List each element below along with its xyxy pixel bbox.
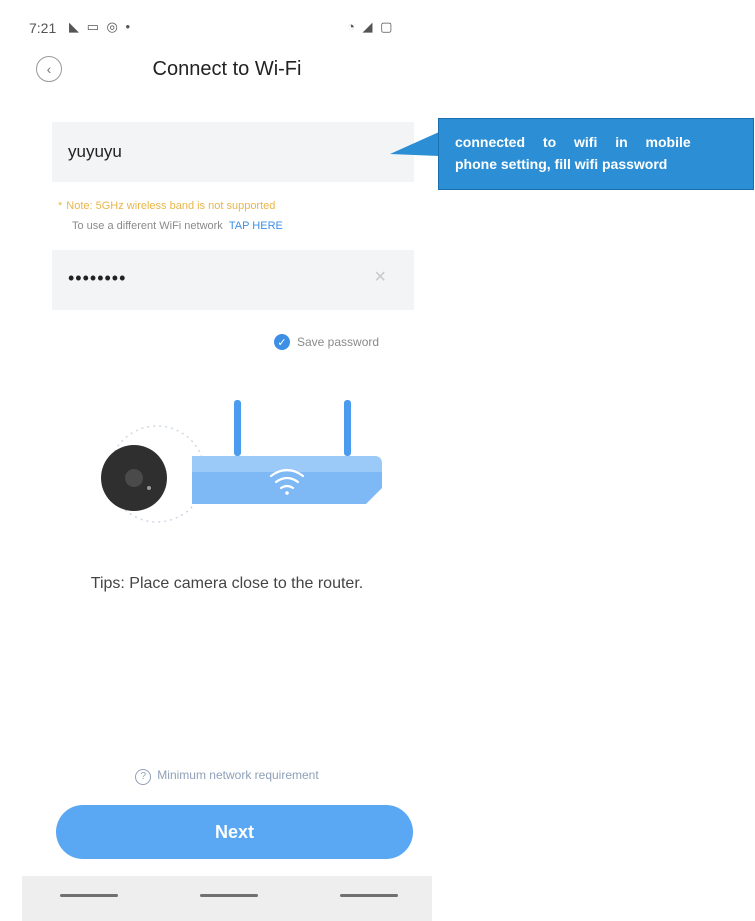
- question-icon: ?: [135, 769, 152, 785]
- next-button[interactable]: Next: [56, 805, 413, 859]
- camera-router-illustration: [101, 400, 382, 523]
- camera-lens: [125, 469, 143, 487]
- system-icons: ◔ ◢ ▢: [347, 19, 395, 34]
- page-title: Connect to Wi-Fi: [152, 58, 302, 80]
- clear-icon[interactable]: ×: [374, 266, 386, 289]
- router-antenna-right: [344, 400, 351, 456]
- checkmark-icon: ✓: [274, 334, 290, 350]
- band-note-text: Note: 5GHz wireless band is not supporte…: [66, 200, 276, 212]
- save-password-label: Save password: [297, 335, 380, 349]
- callout-box: connected to wifi in mobile phone settin…: [438, 118, 754, 190]
- asterisk-icon: *: [58, 200, 63, 212]
- different-network-hint: To use a different WiFi network TAP HERE: [72, 220, 283, 232]
- phone-screen: 7:21 ◣ ▭ ◎ • ◔ ◢ ▢ ‹ Connect to Wi-Fi yu…: [22, 0, 432, 921]
- password-field[interactable]: •••••••• ×: [52, 250, 414, 310]
- hint-text: To use a different WiFi network: [72, 220, 223, 232]
- password-value: ••••••••: [68, 268, 127, 288]
- tap-here-link[interactable]: TAP HERE: [229, 220, 283, 232]
- notification-icons: ◣ ▭ ◎ •: [69, 19, 133, 34]
- nav-recents-icon[interactable]: [60, 894, 118, 897]
- tips-text: Tips: Place camera close to the router.: [90, 575, 364, 592]
- wifi-ssid-field[interactable]: yuyuyu: [52, 122, 414, 182]
- system-nav-bar: [22, 876, 432, 921]
- min-requirement-text: Minimum network requirement: [157, 768, 319, 782]
- status-time: 7:21: [29, 20, 57, 36]
- band-note: * Note: 5GHz wireless band is not support…: [58, 200, 275, 212]
- router-antenna-left: [234, 400, 241, 456]
- annotation-callout: connected to wifi in mobile phone settin…: [390, 110, 755, 194]
- nav-home-icon[interactable]: [200, 894, 258, 897]
- nav-back-icon[interactable]: [340, 894, 398, 897]
- status-bar: 7:21 ◣ ▭ ◎ • ◔ ◢ ▢: [29, 18, 429, 42]
- save-password-toggle[interactable]: ✓ Save password: [274, 334, 379, 350]
- callout-line-1: connected to wifi in mobile: [455, 134, 691, 150]
- wifi-ssid-value: yuyuyu: [68, 142, 122, 161]
- callout-line-2: phone setting, fill wifi password: [455, 156, 668, 172]
- min-requirement-link[interactable]: ? Minimum network requirement: [22, 768, 432, 785]
